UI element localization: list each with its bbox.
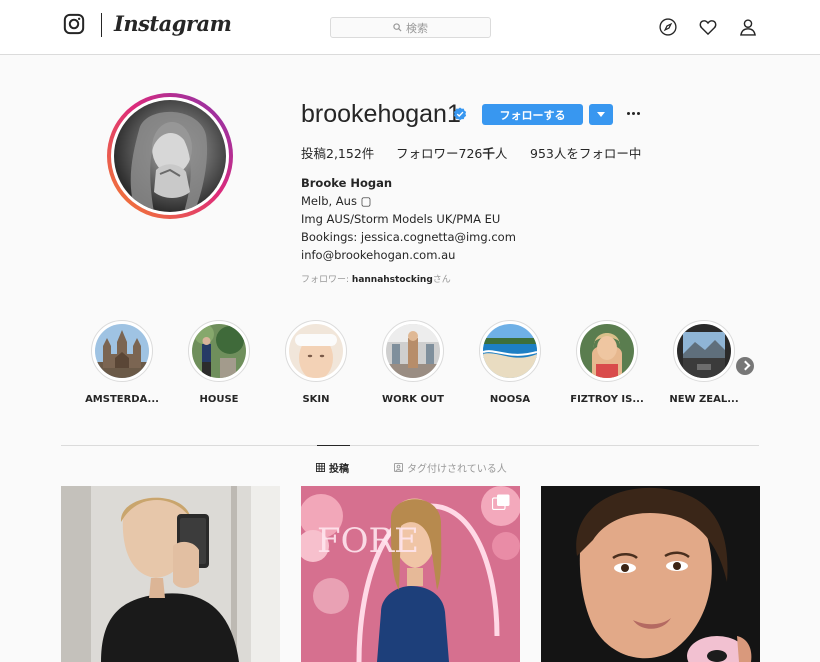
bio-line: Img AUS/Storm Models UK/PMA EU [301, 212, 501, 226]
highlight-label: AMSTERDA... [85, 394, 159, 405]
more-options-icon[interactable] [624, 104, 642, 122]
search-icon [393, 23, 402, 32]
search-placeholder: 検索 [406, 21, 428, 35]
profile-avatar[interactable] [107, 93, 233, 219]
highlight-label: FIZTROY IS... [570, 394, 644, 405]
profile-username: brookehogan1 [301, 100, 461, 128]
tab-tagged-label: タグ付けされている人 [407, 464, 507, 475]
post-thumbnail[interactable] [541, 486, 760, 662]
search-input[interactable]: 検索 [330, 17, 491, 38]
posts-count: 投稿2,152件 [301, 146, 375, 161]
profile-full-name: Brooke Hogan [301, 176, 393, 190]
top-navigation-bar: Instagram 検索 [0, 0, 820, 55]
highlight-cover [677, 324, 731, 378]
following-count[interactable]: 953人をフォロー中 [530, 143, 641, 162]
followers-count[interactable]: フォロワー726千人 [396, 143, 507, 162]
followed-by-text[interactable]: フォロワー: hannahstockingさん [301, 272, 451, 285]
post-sign-text: FORE [317, 521, 419, 561]
tagged-icon [394, 463, 403, 472]
multiple-images-icon [492, 494, 510, 510]
highlight-label: SKIN [302, 394, 330, 405]
story-highlights: AMSTERDA... HOUSE SKIN WORK OUT NOOSA FI… [0, 320, 820, 410]
highlight-item[interactable]: AMSTERDA... [82, 320, 162, 405]
highlight-item[interactable]: FIZTROY IS... [567, 320, 647, 405]
highlight-item[interactable]: SKIN [276, 320, 356, 405]
highlight-item[interactable]: NEW ZEAL... [664, 320, 744, 405]
post-thumbnail[interactable] [61, 486, 280, 662]
highlight-item[interactable]: WORK OUT [373, 320, 453, 405]
tab-posts[interactable]: 投稿 [316, 460, 349, 475]
user-icon[interactable] [738, 17, 758, 37]
bio-website-link[interactable]: info@brookehogan.com.au [301, 246, 516, 264]
highlights-next-arrow-icon[interactable] [736, 357, 754, 375]
follow-button[interactable]: フォローする [482, 104, 583, 125]
grid-icon [316, 463, 325, 472]
instagram-logo-icon[interactable] [63, 13, 85, 35]
highlight-label: NOOSA [489, 394, 531, 405]
highlight-cover [386, 324, 440, 378]
highlight-label: NEW ZEAL... [669, 394, 739, 405]
profile-bio: Brooke Hogan Melb, Aus ▢ Img AUS/Storm M… [301, 174, 516, 264]
highlight-cover [95, 324, 149, 378]
heart-icon[interactable] [698, 17, 718, 37]
highlight-label: WORK OUT [382, 394, 444, 405]
bio-line: Melb, Aus ▢ [301, 194, 372, 208]
tab-posts-label: 投稿 [329, 464, 349, 475]
logo-divider [101, 13, 102, 37]
highlight-item[interactable]: HOUSE [179, 320, 259, 405]
highlight-item[interactable]: NOOSA [470, 320, 550, 405]
instagram-wordmark[interactable]: Instagram [114, 11, 232, 36]
highlight-cover [192, 324, 246, 378]
tabs-divider [61, 445, 759, 446]
verified-badge-icon [453, 107, 467, 121]
highlight-cover [483, 324, 537, 378]
bio-line: Bookings: jessica.cognetta@img.com [301, 230, 516, 244]
highlight-cover [580, 324, 634, 378]
highlight-cover [289, 324, 343, 378]
tab-tagged[interactable]: タグ付けされている人 [394, 460, 507, 475]
highlight-label: HOUSE [199, 394, 239, 405]
active-tab-indicator [317, 445, 350, 446]
post-thumbnail[interactable]: FORE [301, 486, 520, 662]
suggested-accounts-dropdown-button[interactable] [589, 104, 613, 125]
compass-icon[interactable] [658, 17, 678, 37]
profile-photo [114, 100, 226, 212]
